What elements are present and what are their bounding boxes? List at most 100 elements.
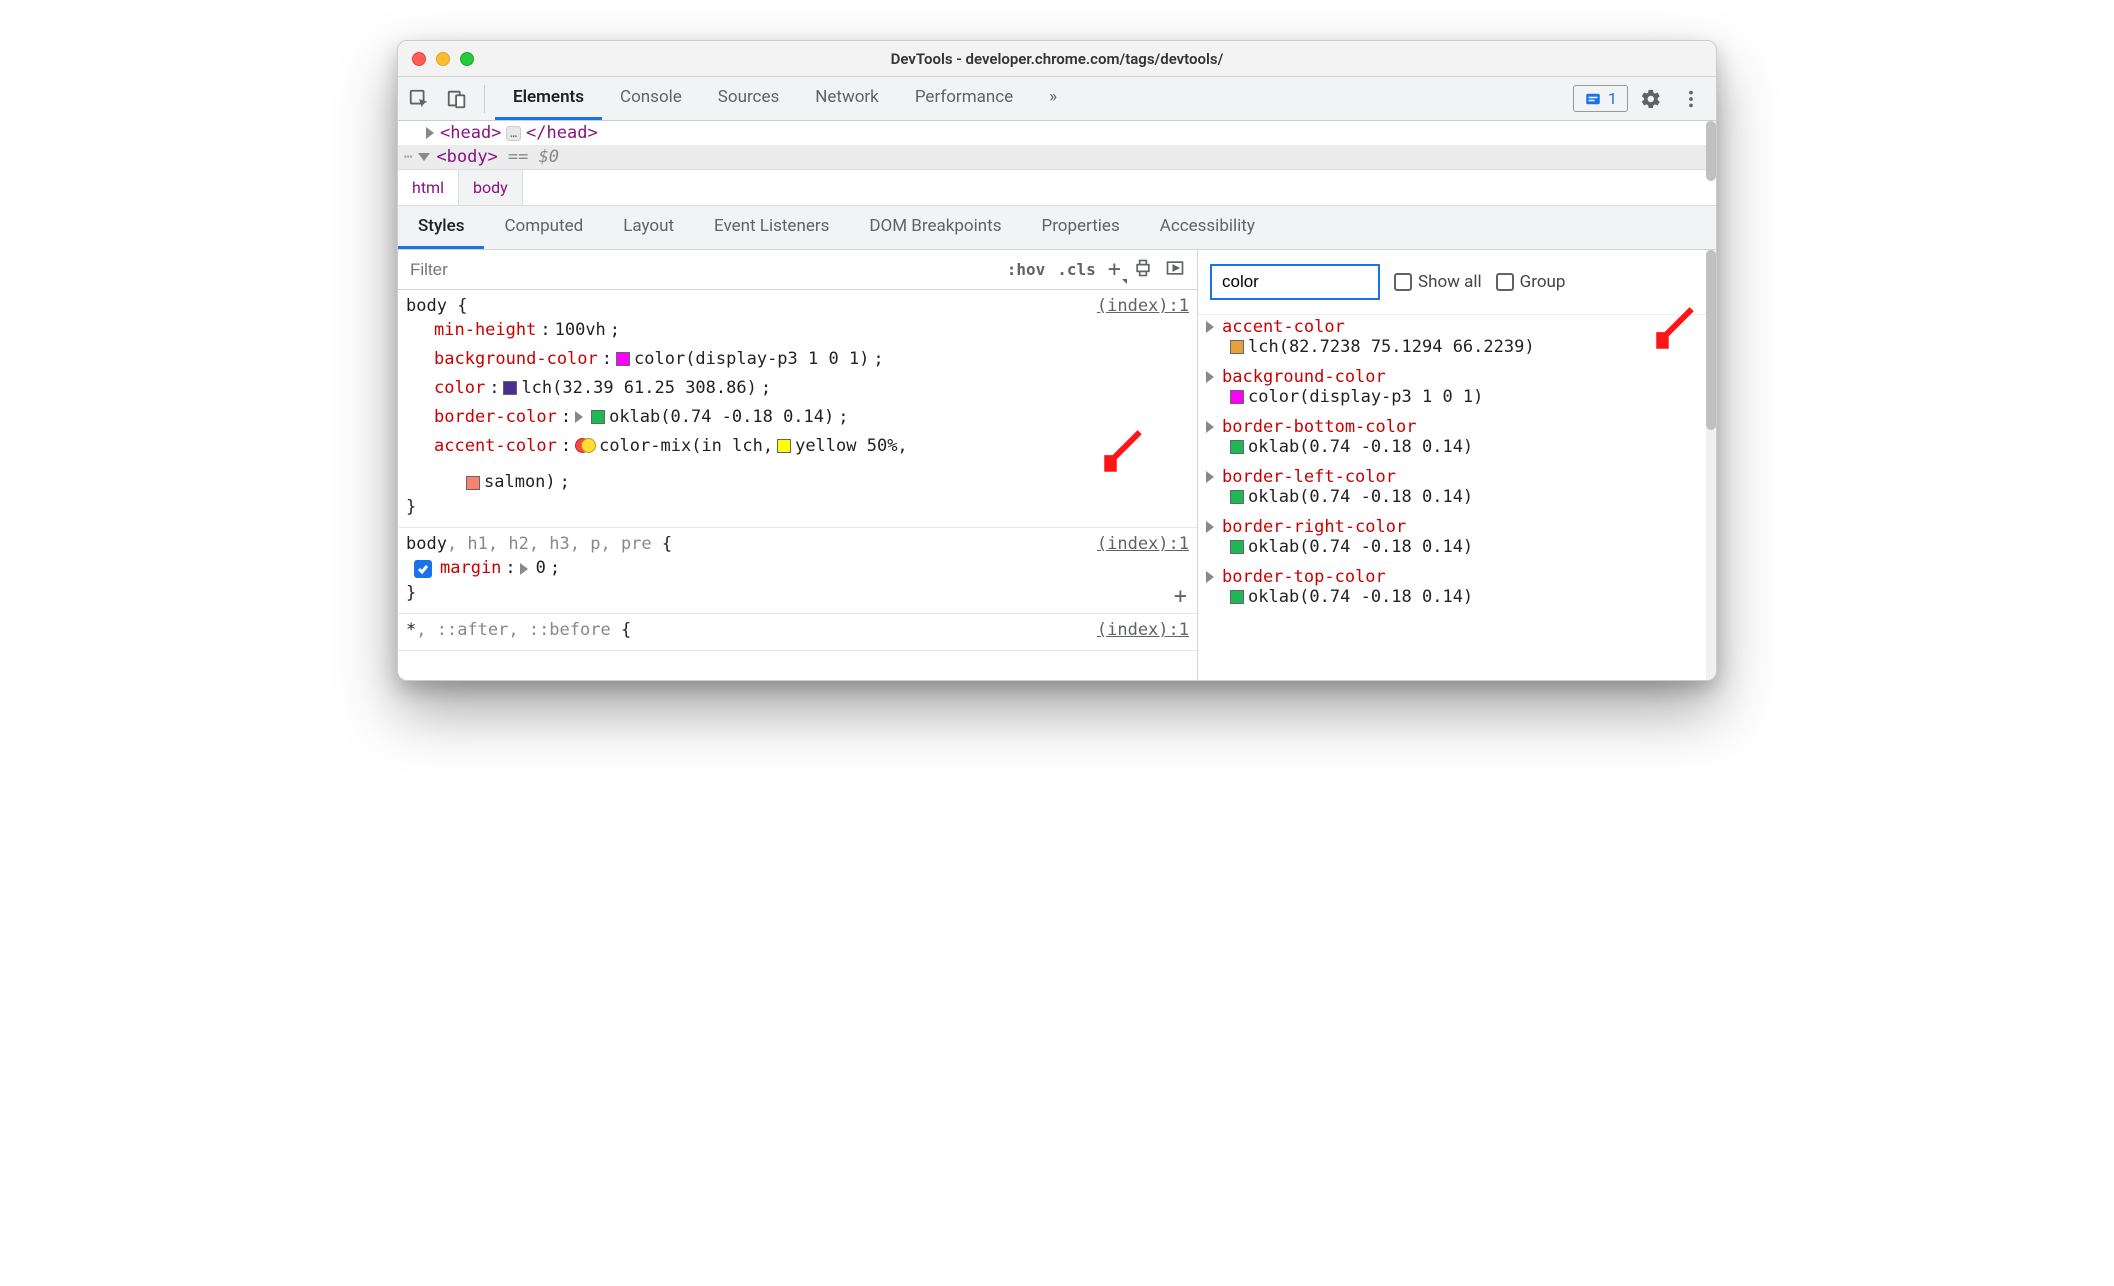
styles-toolbar: :hov .cls + [398, 250, 1197, 290]
computed-toolbar: Show all Group [1198, 250, 1716, 315]
subtab-accessibility[interactable]: Accessibility [1140, 206, 1275, 249]
more-icon[interactable] [1674, 82, 1708, 116]
color-swatch-icon[interactable] [591, 410, 605, 424]
rule-body-h1-etc[interactable]: body, h1, h2, h3, p, pre { (index):1 mar… [398, 528, 1197, 614]
group-checkbox[interactable]: Group [1496, 272, 1566, 292]
expand-icon[interactable] [1206, 471, 1214, 483]
window-title: DevTools - developer.chrome.com/tags/dev… [398, 50, 1716, 68]
new-rule-button[interactable]: + [1108, 257, 1121, 282]
titlebar: DevTools - developer.chrome.com/tags/dev… [398, 41, 1716, 77]
color-swatch-icon[interactable] [777, 439, 791, 453]
expand-icon[interactable] [1206, 521, 1214, 533]
tab-performance[interactable]: Performance [897, 77, 1031, 120]
crumb-html[interactable]: html [398, 170, 459, 205]
print-styles-icon[interactable] [1133, 258, 1153, 282]
collapse-icon[interactable] [418, 153, 430, 161]
dom-tree[interactable]: <head> … </head> ⋯ <body> == $0 [398, 121, 1716, 169]
computed-item[interactable]: accent-color lch(82.7238 75.1294 66.2239… [1202, 315, 1716, 365]
dom-node-head[interactable]: <head> … </head> [398, 121, 1716, 145]
selection-marker: == $0 [508, 147, 559, 167]
color-swatch-icon[interactable] [1230, 490, 1244, 504]
decl-margin[interactable]: margin: 0; [406, 554, 1189, 583]
settings-icon[interactable] [1634, 82, 1668, 116]
computed-item[interactable]: border-left-color oklab(0.74 -0.18 0.14) [1202, 465, 1716, 515]
subtab-styles[interactable]: Styles [398, 206, 484, 249]
cls-toggle[interactable]: .cls [1057, 260, 1096, 279]
decl-color[interactable]: color: lch(32.39 61.25 308.86); [406, 374, 1189, 403]
rule-source-link[interactable]: (index):1 [1097, 296, 1189, 316]
rule-selector[interactable]: body { [406, 296, 467, 316]
tabs-overflow[interactable]: » [1031, 77, 1075, 120]
render-panel-icon[interactable] [1165, 258, 1185, 282]
tab-sources[interactable]: Sources [700, 77, 797, 120]
dom-scrollbar[interactable] [1706, 121, 1716, 169]
panels: :hov .cls + [398, 250, 1716, 680]
show-all-checkbox[interactable]: Show all [1394, 272, 1482, 292]
color-swatch-icon[interactable] [1230, 440, 1244, 454]
computed-item[interactable]: border-top-color oklab(0.74 -0.18 0.14) [1202, 565, 1716, 615]
main-tabs: Elements Console Sources Network Perform… [495, 77, 1075, 120]
styles-panel: :hov .cls + [398, 250, 1198, 680]
expand-icon[interactable] [426, 127, 434, 139]
inspect-icon[interactable] [402, 82, 436, 116]
ellipsis-icon[interactable]: … [506, 126, 521, 141]
expand-shorthand-icon[interactable] [520, 563, 528, 575]
hov-toggle[interactable]: :hov [1007, 260, 1046, 279]
rule-body[interactable]: body { (index):1 min-height: 100vh; back… [398, 290, 1197, 528]
decl-border-color[interactable]: border-color: oklab(0.74 -0.18 0.14); [406, 403, 1189, 432]
breadcrumb: html body [398, 169, 1716, 206]
subtab-properties[interactable]: Properties [1021, 206, 1139, 249]
rule-universal[interactable]: *, ::after, ::before { (index):1 [398, 614, 1197, 651]
tab-console[interactable]: Console [602, 77, 700, 120]
rule-source-link[interactable]: (index):1 [1097, 534, 1189, 554]
color-mix-swatch-icon[interactable] [575, 436, 595, 456]
device-toggle-icon[interactable] [440, 82, 474, 116]
issues-badge[interactable]: 1 [1573, 85, 1628, 112]
color-swatch-icon[interactable] [503, 381, 517, 395]
computed-item[interactable]: border-right-color oklab(0.74 -0.18 0.14… [1202, 515, 1716, 565]
dom-body-open: <body> [436, 147, 497, 167]
computed-filter-input[interactable] [1210, 264, 1380, 300]
expand-icon[interactable] [1206, 571, 1214, 583]
expand-icon[interactable] [1206, 321, 1214, 333]
computed-panel: Show all Group accent-color lch(82.7238 … [1198, 250, 1716, 680]
main-toolbar: Elements Console Sources Network Perform… [398, 77, 1716, 121]
decl-accent-color[interactable]: accent-color: color-mix(in lch, yellow 5… [406, 432, 1189, 498]
color-swatch-icon[interactable] [616, 352, 630, 366]
rule-selector[interactable]: *, ::after, ::before { [406, 620, 631, 640]
add-declaration-button[interactable]: + [1174, 584, 1187, 609]
color-swatch-icon[interactable] [1230, 390, 1244, 404]
subtab-dom-breakpoints[interactable]: DOM Breakpoints [849, 206, 1021, 249]
expand-shorthand-icon[interactable] [575, 411, 583, 423]
style-rules[interactable]: body { (index):1 min-height: 100vh; back… [398, 290, 1197, 680]
decl-min-height[interactable]: min-height: 100vh; [406, 316, 1189, 345]
tab-network[interactable]: Network [797, 77, 897, 120]
color-swatch-icon[interactable] [1230, 540, 1244, 554]
computed-item[interactable]: border-bottom-color oklab(0.74 -0.18 0.1… [1202, 415, 1716, 465]
color-swatch-icon[interactable] [466, 476, 480, 490]
subtab-layout[interactable]: Layout [603, 206, 694, 249]
subtab-computed[interactable]: Computed [484, 206, 603, 249]
computed-scrollbar[interactable] [1706, 250, 1716, 680]
color-swatch-icon[interactable] [1230, 340, 1244, 354]
separator [484, 85, 485, 113]
expand-icon[interactable] [1206, 421, 1214, 433]
dom-head-close: </head> [526, 123, 598, 143]
computed-properties[interactable]: accent-color lch(82.7238 75.1294 66.2239… [1198, 315, 1716, 680]
styles-subtabs: Styles Computed Layout Event Listeners D… [398, 206, 1716, 250]
rule-source-link[interactable]: (index):1 [1097, 620, 1189, 640]
subtab-event-listeners[interactable]: Event Listeners [694, 206, 849, 249]
styles-filter-input[interactable] [398, 250, 995, 289]
line-menu-icon[interactable]: ⋯ [404, 149, 416, 165]
decl-background-color[interactable]: background-color: color(display-p3 1 0 1… [406, 345, 1189, 374]
expand-icon[interactable] [1206, 371, 1214, 383]
dom-node-body[interactable]: ⋯ <body> == $0 [398, 145, 1716, 169]
devtools-window: DevTools - developer.chrome.com/tags/dev… [397, 40, 1717, 681]
computed-item[interactable]: background-color color(display-p3 1 0 1) [1202, 365, 1716, 415]
rule-selector[interactable]: body, h1, h2, h3, p, pre { [406, 534, 672, 554]
crumb-body[interactable]: body [459, 170, 523, 205]
dom-head-open: <head> [440, 123, 501, 143]
color-swatch-icon[interactable] [1230, 590, 1244, 604]
declaration-toggle-checkbox[interactable] [414, 560, 432, 578]
tab-elements[interactable]: Elements [495, 77, 602, 120]
